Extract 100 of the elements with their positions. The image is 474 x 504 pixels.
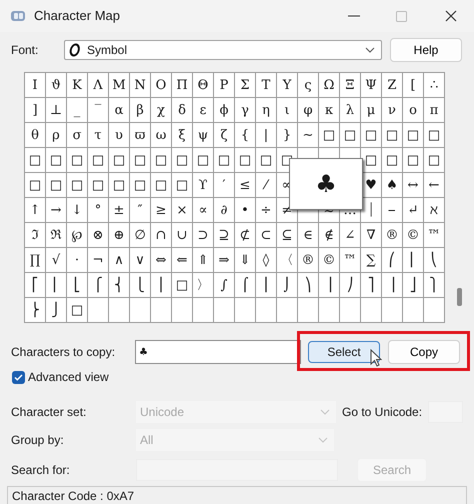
character-cell[interactable]: ⎭ [46, 298, 66, 322]
character-cell[interactable]: ¬ [88, 248, 108, 272]
font-dropdown[interactable]: Symbol [64, 40, 382, 60]
character-cell[interactable]: ◊ [256, 248, 276, 272]
character-cell[interactable]: ⎠ [340, 273, 360, 297]
character-cell[interactable]: ϒ [193, 173, 213, 197]
character-cell[interactable]: ⋅ [67, 248, 87, 272]
character-cell[interactable]: } [277, 123, 297, 147]
character-cell[interactable]: ∫ [214, 273, 234, 297]
character-cell[interactable]: [ [403, 73, 423, 97]
character-cell[interactable]: ⊥ [46, 98, 66, 122]
character-cell[interactable]: ⎡ [25, 273, 45, 297]
character-cell[interactable]: Κ [67, 73, 87, 97]
character-cell[interactable]: ♥ [361, 173, 381, 197]
character-cell[interactable]: ⎞ [298, 273, 318, 297]
character-cell[interactable]: Μ [109, 73, 129, 97]
character-cell[interactable]: □ [67, 173, 87, 197]
character-cell[interactable]: • [235, 198, 255, 222]
character-cell[interactable]: π [424, 98, 444, 122]
character-cell[interactable]: ∪ [172, 223, 192, 247]
close-icon[interactable] [445, 10, 457, 22]
characters-to-copy-field[interactable]: ♣ [135, 340, 301, 364]
character-cell[interactable]: ® [298, 248, 318, 272]
character-cell[interactable]: ⎧ [88, 273, 108, 297]
character-cell[interactable]: ⎢ [46, 273, 66, 297]
character-cell[interactable]: ≥ [151, 198, 171, 222]
character-cell[interactable]: Λ [88, 73, 108, 97]
character-cell[interactable]: λ [340, 98, 360, 122]
character-cell[interactable]: ε [193, 98, 213, 122]
character-cell[interactable]: ⇑ [193, 248, 213, 272]
copy-button[interactable]: Copy [388, 340, 460, 364]
character-cell[interactable]: ∏ [25, 248, 45, 272]
character-cell[interactable]: Υ [277, 73, 297, 97]
character-cell[interactable]: □ [109, 173, 129, 197]
character-cell[interactable]: ν [382, 98, 402, 122]
character-cell[interactable]: ♠ [382, 173, 402, 197]
character-cell[interactable]: □ [172, 273, 192, 297]
character-cell[interactable]: ι [277, 98, 297, 122]
character-cell[interactable]: → [46, 198, 66, 222]
character-cell[interactable]: μ [361, 98, 381, 122]
character-cell[interactable]: □ [151, 173, 171, 197]
character-cell[interactable]: ∠ [340, 223, 360, 247]
character-cell[interactable]: ψ [193, 123, 213, 147]
character-cell[interactable]: ⊕ [109, 223, 129, 247]
help-button[interactable]: Help [390, 38, 462, 62]
character-cell[interactable]: ™ [424, 223, 444, 247]
character-cell[interactable]: ‾ [88, 98, 108, 122]
character-cell[interactable]: ″ [130, 198, 150, 222]
character-cell[interactable]: □ [382, 148, 402, 172]
character-cell[interactable]: ⎝ [424, 248, 444, 272]
character-cell[interactable]: ⇒ [214, 248, 234, 272]
character-cell[interactable]: ⎩ [130, 273, 150, 297]
character-cell[interactable]: ∅ [130, 223, 150, 247]
character-cell[interactable]: ∨ [130, 248, 150, 272]
character-cell[interactable]: ⎟ [319, 273, 339, 297]
character-cell[interactable]: α [109, 98, 129, 122]
character-cell[interactable]: ω [151, 123, 171, 147]
character-cell[interactable]: ∝ [193, 198, 213, 222]
character-cell[interactable]: _ [67, 98, 87, 122]
character-cell[interactable]: □ [67, 298, 87, 322]
character-cell[interactable]: □ [46, 173, 66, 197]
character-cell[interactable]: ⇓ [235, 248, 255, 272]
minimize-icon[interactable] [348, 15, 360, 17]
character-cell[interactable]: Ι [25, 73, 45, 97]
character-cell[interactable]: ® [382, 223, 402, 247]
character-cell[interactable]: ≤ [235, 173, 255, 197]
character-cell[interactable]: □ [25, 148, 45, 172]
character-cell[interactable]: □ [130, 173, 150, 197]
character-cell[interactable]: ∉ [319, 223, 339, 247]
character-cell[interactable]: ⎨ [109, 273, 129, 297]
character-cell[interactable]: ~ [298, 123, 318, 147]
character-cell[interactable]: ⁄ [256, 173, 276, 197]
character-cell[interactable]: η [256, 98, 276, 122]
character-cell[interactable]: ⊃ [193, 223, 213, 247]
character-cell[interactable]: Π [172, 73, 192, 97]
character-cell[interactable]: □ [88, 148, 108, 172]
character-cell[interactable]: ς [298, 73, 318, 97]
character-cell[interactable]: ⌠ [235, 273, 255, 297]
character-cell[interactable]: ζ [214, 123, 234, 147]
character-cell[interactable]: ⎛ [382, 248, 402, 272]
character-cell[interactable]: 〈 [277, 248, 297, 272]
character-cell[interactable]: Ξ [340, 73, 360, 97]
character-cell[interactable]: ∇ [361, 223, 381, 247]
character-cell[interactable]: □ [88, 173, 108, 197]
character-cell[interactable]: Τ [256, 73, 276, 97]
character-cell[interactable]: □ [130, 148, 150, 172]
character-cell[interactable]: ϕ [214, 98, 234, 122]
character-cell[interactable]: Ψ [361, 73, 381, 97]
character-cell[interactable]: ⊄ [235, 223, 255, 247]
character-cell[interactable]: □ [214, 148, 234, 172]
character-cell[interactable]: □ [361, 123, 381, 147]
character-cell[interactable]: ⎪ [151, 273, 171, 297]
character-cell[interactable]: © [403, 223, 423, 247]
character-cell[interactable]: □ [235, 148, 255, 172]
character-cell[interactable]: ⎬ [25, 298, 45, 322]
character-cell[interactable]: ρ [46, 123, 66, 147]
character-cell[interactable]: ⎯ [382, 198, 402, 222]
character-cell[interactable]: χ [151, 98, 171, 122]
character-cell[interactable]: ∑ [361, 248, 381, 272]
character-cell[interactable]: ° [88, 198, 108, 222]
